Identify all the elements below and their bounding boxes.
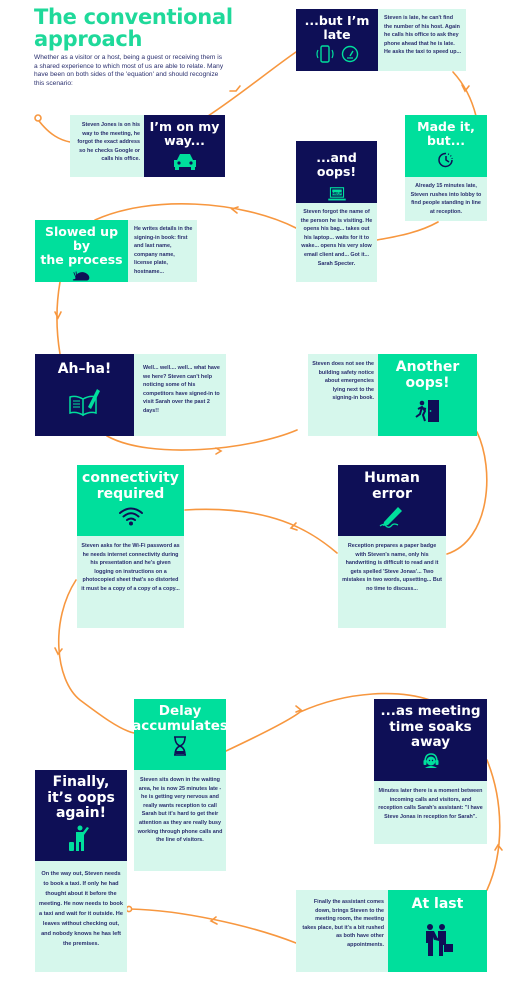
step-8-heading: Human error xyxy=(364,470,420,502)
step-9-description: Steven asks for the Wi-Fi password as he… xyxy=(77,536,184,628)
step-5-description: He writes details in the signing-in book… xyxy=(128,220,197,282)
step-11-text: Minutes later there is a moment between … xyxy=(378,788,483,820)
step-8-card: Human error xyxy=(338,465,446,536)
step-7-text: Steven does not see the building safety … xyxy=(312,361,374,402)
step-4-description: Steven forgot the name of the person he … xyxy=(296,203,377,282)
step-9-card: connectivity required xyxy=(77,465,184,536)
hail-taxi-icon xyxy=(69,825,89,851)
car-icon xyxy=(173,154,196,170)
path-segment xyxy=(54,311,62,320)
clock-icon xyxy=(438,152,453,168)
step-1-card: I’m on my way... xyxy=(144,115,225,177)
step-11-description: Minutes later there is a moment between … xyxy=(374,781,487,844)
step-10-heading: Delay accumulates xyxy=(132,703,228,734)
path-segment xyxy=(129,908,297,944)
handshake-icon xyxy=(425,924,453,956)
step-4-heading: ...and oops! xyxy=(316,150,357,179)
svg-text:HELP: HELP xyxy=(332,191,342,195)
step-10-description: Steven sits down in the waiting area, he… xyxy=(134,770,226,871)
step-12-description: Finally the assistant comes down, brings… xyxy=(296,890,388,972)
step-3-description: Already 15 minutes late, Steven rushes i… xyxy=(405,177,487,221)
step-10-card: Delay accumulates xyxy=(132,699,228,770)
step-11-heading: ...as meeting time soaks away xyxy=(380,703,481,750)
step-12-text: Finally the assistant comes down, brings… xyxy=(302,899,384,948)
step-5-text: He writes details in the signing-in book… xyxy=(134,226,193,275)
step-10-text: Steven sits down in the waiting area, he… xyxy=(137,777,223,844)
path-segment xyxy=(295,705,303,713)
step-2-text: Steven is late, he can't find the number… xyxy=(384,15,461,56)
step-9-heading: connectivity required xyxy=(82,470,179,502)
step-9-text: Steven asks for the Wi-Fi password as he… xyxy=(81,543,180,592)
step-13-text: On the way out, Steven needs to book a t… xyxy=(39,871,123,947)
book-pencil-icon xyxy=(68,389,100,417)
step-1-description: Steven Jones is on his way to the meetin… xyxy=(70,115,144,177)
pen-signature-icon xyxy=(379,507,402,528)
step-13-heading: Finally, it’s oops again! xyxy=(47,774,115,821)
step-7-heading: Another oops! xyxy=(395,359,460,391)
emergency-exit-icon xyxy=(414,400,439,422)
path-segment xyxy=(230,206,239,214)
step-6-card: Ah–ha! xyxy=(35,354,134,436)
path-start-dot xyxy=(34,114,42,122)
step-1-heading: I’m on my way... xyxy=(149,119,220,148)
step-5-card: Slowed up by the process xyxy=(35,220,128,282)
step-5-heading: Slowed up by the process xyxy=(40,224,123,267)
step-4-text: Steven forgot the name of the person he … xyxy=(300,209,373,267)
path-segment xyxy=(452,71,477,117)
step-13-card: Finally, it’s oops again! xyxy=(35,770,127,861)
snail-icon xyxy=(72,271,89,281)
step-3-heading: Made it, but... xyxy=(417,119,475,148)
path-segment xyxy=(207,51,297,117)
step-4-card: ...and oops! HELP xyxy=(296,141,377,203)
step-12-card: At last xyxy=(388,890,487,972)
step-3-card: Made it, but... xyxy=(405,115,487,177)
hourglass-icon xyxy=(174,736,186,756)
step-2-heading: ...but I’m late xyxy=(304,13,370,42)
step-13-description: On the way out, Steven needs to book a t… xyxy=(35,861,127,972)
step-8-description: Reception prepares a paper badge with St… xyxy=(338,536,446,628)
step-1-text: Steven Jones is on his way to the meetin… xyxy=(77,122,140,163)
path-segment xyxy=(229,85,241,92)
step-12-heading: At last xyxy=(411,896,464,912)
step-6-text: Well... well.... well... what have we he… xyxy=(143,365,220,414)
speedometer-icon xyxy=(341,45,359,63)
path-segment xyxy=(376,221,439,241)
step-2-description: Steven is late, he can't find the number… xyxy=(378,9,466,71)
wifi-icon xyxy=(118,507,143,526)
path-segment xyxy=(446,431,488,555)
path-end-dot xyxy=(125,905,133,913)
step-6-heading: Ah–ha! xyxy=(57,361,112,377)
laptop-help-icon: HELP xyxy=(327,187,346,201)
path-segment xyxy=(38,120,71,143)
path-segment xyxy=(184,508,338,554)
step-3-text: Already 15 minutes late, Steven rushes i… xyxy=(410,183,482,215)
step-6-description: Well... well.... well... what have we he… xyxy=(134,354,226,436)
phone-vibrate-icon xyxy=(316,45,334,63)
path-segment xyxy=(215,447,223,455)
step-7-description: Steven does not see the building safety … xyxy=(308,354,378,436)
step-2-card: ...but I’m late xyxy=(296,9,378,71)
step-7-card: Another oops! xyxy=(378,354,477,436)
receptionist-headset-icon xyxy=(423,752,438,768)
step-8-text: Reception prepares a paper badge with St… xyxy=(342,543,442,592)
step-11-card: ...as meeting time soaks away xyxy=(374,699,487,781)
path-segment xyxy=(486,759,501,891)
